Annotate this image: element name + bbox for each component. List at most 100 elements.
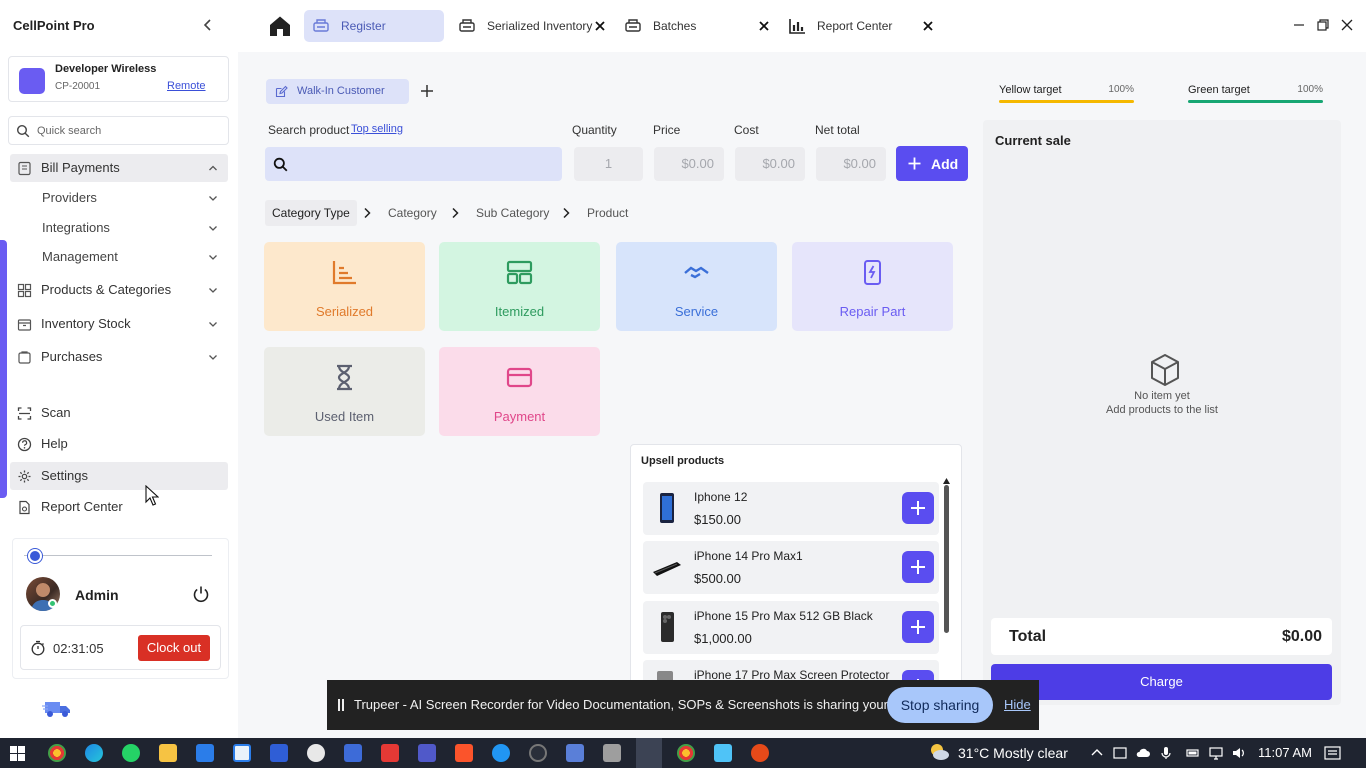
tab-serialized-inventory[interactable]: Serialized Inventory — [450, 10, 612, 42]
store-mode-link[interactable]: Remote — [167, 80, 206, 92]
quantity-field[interactable]: 1 — [574, 147, 643, 181]
microphone-icon[interactable] — [1159, 746, 1173, 760]
cost-field[interactable]: $0.00 — [735, 147, 805, 181]
register-icon — [313, 19, 329, 32]
close-window-icon[interactable] — [1340, 18, 1354, 32]
sidebar-item-products-categories[interactable]: Products & Categories — [10, 276, 228, 304]
app-taskbar-icon[interactable] — [233, 744, 251, 762]
top-selling-link[interactable]: Top selling — [351, 123, 403, 135]
close-icon[interactable] — [594, 20, 606, 32]
price-field[interactable]: $0.00 — [654, 147, 724, 181]
stop-sharing-button[interactable]: Stop sharing — [887, 687, 993, 723]
store-taskbar-icon[interactable] — [196, 744, 214, 762]
upsell-scrollbar[interactable] — [944, 485, 949, 633]
tab-report-center[interactable]: Report Center — [780, 10, 940, 42]
app-taskbar-icon[interactable] — [566, 744, 584, 762]
sidebar-item-bill-payments[interactable]: Bill Payments — [10, 154, 228, 182]
tray-app-icon[interactable] — [1113, 746, 1127, 760]
windows-start-icon[interactable] — [10, 746, 25, 761]
upsell-item-price: $150.00 — [694, 512, 741, 527]
chevron-up-icon[interactable] — [1090, 746, 1104, 760]
upsell-item[interactable]: iPhone 15 Pro Max 512 GB Black $1,000.00 — [643, 601, 939, 654]
weather-text[interactable]: 31°C Mostly clear — [958, 745, 1068, 761]
store-card[interactable]: Developer Wireless CP-20001 Remote — [8, 56, 229, 102]
sidebar-scroll-indicator[interactable] — [0, 240, 7, 498]
chrome-taskbar-icon[interactable] — [48, 744, 66, 762]
category-tile-repair-part[interactable]: Repair Part — [792, 242, 953, 331]
app-taskbar-icon[interactable] — [270, 744, 288, 762]
file-explorer-taskbar-icon[interactable] — [159, 744, 177, 762]
tab-batches[interactable]: Batches — [616, 10, 776, 42]
chevron-down-icon — [209, 255, 217, 260]
customer-selector[interactable]: Walk-In Customer — [266, 79, 409, 104]
chrome-taskbar-icon[interactable] — [677, 744, 695, 762]
category-tile-payment[interactable]: Payment — [439, 347, 600, 436]
minimize-icon[interactable] — [1292, 18, 1306, 32]
app-taskbar-icon[interactable] — [492, 744, 510, 762]
add-product-button[interactable]: Add — [896, 146, 968, 181]
breadcrumb-product[interactable]: Product — [587, 206, 628, 232]
sidebar-subitem-management[interactable]: Management — [10, 244, 228, 270]
category-tile-used-item[interactable]: Used Item — [264, 347, 425, 436]
app-taskbar-icon[interactable] — [381, 744, 399, 762]
edge-taskbar-icon[interactable] — [85, 744, 103, 762]
network-icon[interactable] — [1209, 746, 1223, 760]
sidebar-item-inventory-stock[interactable]: Inventory Stock — [10, 310, 228, 338]
add-customer-button[interactable] — [415, 79, 440, 104]
tab-register[interactable]: Register — [304, 10, 444, 42]
upsell-add-button[interactable] — [902, 611, 934, 643]
sidebar-item-settings[interactable]: Settings — [10, 462, 228, 490]
sidebar-item-report-center[interactable]: Report Center — [10, 493, 228, 521]
category-tile-itemized[interactable]: Itemized — [439, 242, 600, 331]
volume-icon[interactable] — [1232, 746, 1246, 760]
power-icon[interactable] — [192, 585, 210, 603]
quick-search[interactable] — [8, 116, 229, 145]
pause-icon[interactable] — [338, 699, 344, 711]
app-taskbar-icon[interactable] — [529, 744, 547, 762]
collapse-sidebar-icon[interactable] — [200, 17, 216, 33]
scroll-up-arrow-icon[interactable] — [943, 478, 950, 484]
breadcrumb-category[interactable]: Category — [388, 206, 437, 232]
upsell-add-button[interactable] — [902, 492, 934, 524]
breadcrumb-category-type[interactable]: Category Type — [265, 200, 357, 226]
hide-banner-link[interactable]: Hide — [1004, 697, 1031, 712]
delivery-truck-icon[interactable] — [42, 698, 74, 720]
battery-icon[interactable] — [1186, 746, 1200, 760]
notification-icon[interactable] — [1324, 746, 1341, 760]
whatsapp-taskbar-icon[interactable] — [122, 744, 140, 762]
home-icon[interactable] — [266, 14, 294, 38]
slider-handle[interactable] — [28, 549, 42, 563]
product-search-field[interactable] — [265, 147, 562, 181]
weather-icon[interactable] — [928, 742, 950, 762]
clock-time[interactable]: 11:07 AM — [1258, 745, 1312, 760]
active-app-taskbar-icon[interactable] — [636, 738, 662, 768]
cloud-icon[interactable] — [1136, 746, 1150, 760]
calculator-taskbar-icon[interactable] — [603, 744, 621, 762]
close-icon[interactable] — [758, 20, 770, 32]
app-taskbar-icon[interactable] — [714, 744, 732, 762]
slider-track[interactable] — [24, 555, 212, 556]
charge-button[interactable]: Charge — [991, 664, 1332, 700]
category-tile-service[interactable]: Service — [616, 242, 777, 331]
app-taskbar-icon[interactable] — [751, 744, 769, 762]
edit-icon — [275, 85, 288, 98]
restore-icon[interactable] — [1316, 18, 1330, 32]
sidebar-subitem-providers[interactable]: Providers — [10, 185, 228, 211]
close-icon[interactable] — [922, 20, 934, 32]
sidebar-item-purchases[interactable]: Purchases — [10, 343, 228, 371]
upsell-item[interactable]: Iphone 12 $150.00 — [643, 482, 939, 535]
upsell-item[interactable]: iPhone 14 Pro Max1 $500.00 — [643, 541, 939, 594]
category-tile-serialized[interactable]: Serialized — [264, 242, 425, 331]
quick-search-input[interactable] — [37, 122, 222, 140]
upsell-add-button[interactable] — [902, 551, 934, 583]
breadcrumb-sub-category[interactable]: Sub Category — [476, 206, 549, 232]
app-taskbar-icon[interactable] — [307, 744, 325, 762]
sidebar-item-help[interactable]: Help — [10, 430, 228, 458]
clock-out-button[interactable]: Clock out — [138, 635, 210, 661]
teams-taskbar-icon[interactable] — [418, 744, 436, 762]
sidebar-subitem-integrations[interactable]: Integrations — [10, 215, 228, 241]
product-search-input[interactable] — [295, 155, 555, 173]
brave-taskbar-icon[interactable] — [455, 744, 473, 762]
sidebar-item-scan[interactable]: Scan — [10, 399, 228, 427]
app-taskbar-icon[interactable] — [344, 744, 362, 762]
